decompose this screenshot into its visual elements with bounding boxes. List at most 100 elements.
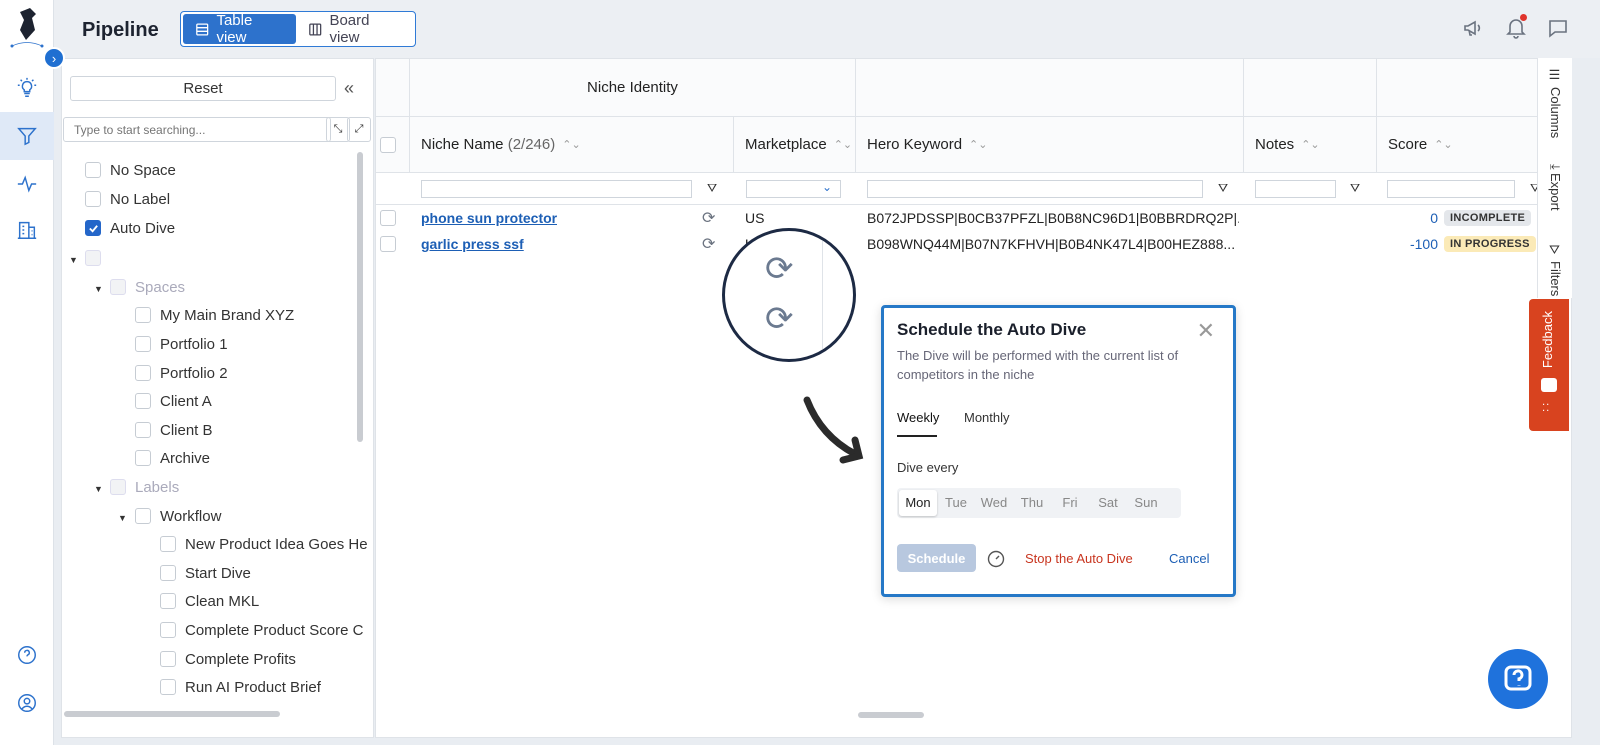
checkbox[interactable]: [160, 536, 176, 552]
sort-icon[interactable]: ⌃⌄: [969, 138, 987, 151]
column-header-hero-keyword[interactable]: Hero Keyword ⌃⌄: [856, 117, 1244, 173]
column-header-niche-name[interactable]: Niche Name (2/246) ⌃⌄: [410, 117, 734, 173]
profile-nav-button[interactable]: [0, 679, 54, 727]
tree-item-workflow[interactable]: Workflow: [135, 505, 221, 527]
sort-icon[interactable]: ⌃⌄: [1301, 138, 1319, 151]
checkbox[interactable]: [85, 162, 101, 178]
checkbox[interactable]: [135, 422, 151, 438]
niche-name-link[interactable]: garlic press ssf: [421, 236, 524, 252]
marketplace-filter-select[interactable]: ⌄: [746, 180, 841, 198]
checkbox[interactable]: [85, 191, 101, 207]
day-mon[interactable]: Mon: [899, 490, 937, 516]
expand-all-icon[interactable]: ⤢: [347, 117, 371, 142]
row-checkbox[interactable]: [380, 210, 396, 226]
checkbox[interactable]: [135, 336, 151, 352]
tree-item-new-product-idea[interactable]: New Product Idea Goes He: [160, 533, 368, 555]
tree-item-run-ai-product-brief[interactable]: Run AI Product Brief: [160, 676, 321, 698]
auto-dive-sync-icon[interactable]: ⟳: [702, 231, 715, 257]
checkbox[interactable]: [160, 679, 176, 695]
day-thu[interactable]: Thu: [1013, 490, 1051, 516]
checkbox[interactable]: [160, 593, 176, 609]
table-row[interactable]: garlic press ssf ⟳ US B098WNQ44M|B07N7KF…: [376, 231, 1536, 257]
tree-item-archive[interactable]: Archive: [135, 447, 210, 469]
checkbox[interactable]: [135, 450, 151, 466]
activity-nav-button[interactable]: [0, 160, 54, 208]
export-tab[interactable]: ⤓ Export: [1538, 160, 1573, 238]
notification-bell-icon[interactable]: [1504, 14, 1528, 40]
hero-keyword-filter-input[interactable]: [867, 180, 1203, 198]
stop-auto-dive-button[interactable]: Stop the Auto Dive: [1025, 551, 1133, 566]
caret-down-icon[interactable]: ▼: [69, 255, 78, 265]
sort-icon[interactable]: ⌃⌄: [562, 138, 580, 151]
columns-tab[interactable]: ☰ Columns: [1538, 64, 1573, 152]
cancel-button[interactable]: Cancel: [1169, 551, 1209, 566]
day-tue[interactable]: Tue: [937, 490, 975, 516]
column-header-marketplace[interactable]: Marketplace ⌃⌄: [734, 117, 856, 173]
table-view-button[interactable]: Table view: [183, 12, 296, 46]
notes-filter-input[interactable]: [1255, 180, 1336, 198]
tree-item-root[interactable]: [85, 247, 110, 269]
filter-icon[interactable]: ⛛: [1218, 181, 1228, 196]
select-all-checkbox[interactable]: [380, 136, 396, 153]
row-checkbox[interactable]: [380, 236, 396, 252]
checkbox-checked[interactable]: [85, 220, 101, 236]
caret-down-icon[interactable]: ▼: [94, 284, 103, 294]
sort-icon[interactable]: ⌃⌄: [1434, 138, 1452, 151]
checkbox[interactable]: [110, 279, 126, 295]
checkbox[interactable]: [135, 508, 151, 524]
day-fri[interactable]: Fri: [1051, 490, 1089, 516]
score-filter-input[interactable]: [1387, 180, 1515, 198]
tree-item-auto-dive[interactable]: Auto Dive: [85, 217, 175, 239]
checkbox[interactable]: [135, 365, 151, 381]
checkbox[interactable]: [160, 565, 176, 581]
table-row[interactable]: phone sun protector ⟳ US B072JPDSSP|B0CB…: [376, 205, 1536, 231]
chat-icon[interactable]: [1546, 16, 1570, 40]
auto-dive-sync-icon[interactable]: ⟳: [702, 205, 715, 231]
feedback-tab[interactable]: Feedback ⁚⁚: [1529, 299, 1569, 431]
checkbox[interactable]: [85, 250, 101, 266]
filters-tab[interactable]: ⛛ Filters: [1538, 240, 1573, 300]
reset-button[interactable]: Reset: [70, 76, 336, 101]
announcement-icon[interactable]: [1462, 16, 1486, 40]
tree-item-portfolio-1[interactable]: Portfolio 1: [135, 333, 228, 355]
grid-horizontal-scrollbar[interactable]: [858, 712, 924, 718]
tree-item-start-dive[interactable]: Start Dive: [160, 562, 251, 584]
expand-rail-button[interactable]: ›: [43, 47, 65, 69]
pipeline-nav-button[interactable]: [0, 112, 54, 160]
help-nav-button[interactable]: [0, 631, 54, 679]
filter-icon[interactable]: ⛛: [707, 181, 717, 196]
checkbox[interactable]: [135, 307, 151, 323]
column-header-notes[interactable]: Notes ⌃⌄: [1244, 117, 1377, 173]
sort-icon[interactable]: ⌃⌄: [834, 138, 852, 151]
tree-item-portfolio-2[interactable]: Portfolio 2: [135, 362, 228, 384]
sidebar-horizontal-scrollbar[interactable]: [64, 711, 280, 717]
board-view-button[interactable]: Board view: [296, 12, 413, 46]
tree-item-no-space[interactable]: No Space: [85, 159, 176, 181]
schedule-button[interactable]: Schedule: [897, 544, 976, 572]
tab-monthly[interactable]: Monthly: [964, 410, 1010, 425]
day-sat[interactable]: Sat: [1089, 490, 1127, 516]
tree-item-my-main-brand[interactable]: My Main Brand XYZ: [135, 304, 294, 326]
ideas-nav-button[interactable]: [0, 64, 54, 112]
drag-handle-icon[interactable]: ⁚⁚: [1542, 404, 1550, 414]
tree-item-spaces[interactable]: Spaces: [110, 276, 185, 298]
buildings-nav-button[interactable]: [0, 206, 54, 254]
tree-item-clean-mkl[interactable]: Clean MKL: [160, 590, 259, 612]
tree-item-client-a[interactable]: Client A: [135, 390, 212, 412]
collapse-sidebar-icon[interactable]: «: [344, 78, 354, 99]
tree-item-labels[interactable]: Labels: [110, 476, 179, 498]
checkbox[interactable]: [160, 651, 176, 667]
tree-item-no-label[interactable]: No Label: [85, 188, 170, 210]
tree-item-complete-profits[interactable]: Complete Profits: [160, 648, 296, 670]
filter-icon[interactable]: ⛛: [1350, 181, 1360, 196]
checkbox[interactable]: [160, 622, 176, 638]
sidebar-vertical-scrollbar[interactable]: [357, 152, 363, 442]
close-icon[interactable]: ✕: [1197, 318, 1215, 344]
caret-down-icon[interactable]: ▼: [118, 513, 127, 523]
sidebar-search-input[interactable]: [63, 117, 331, 142]
checkbox[interactable]: [110, 479, 126, 495]
checkbox[interactable]: [135, 393, 151, 409]
tree-item-client-b[interactable]: Client B: [135, 419, 213, 441]
tree-item-complete-product-score[interactable]: Complete Product Score C: [160, 619, 363, 641]
niche-name-link[interactable]: phone sun protector: [421, 210, 557, 226]
